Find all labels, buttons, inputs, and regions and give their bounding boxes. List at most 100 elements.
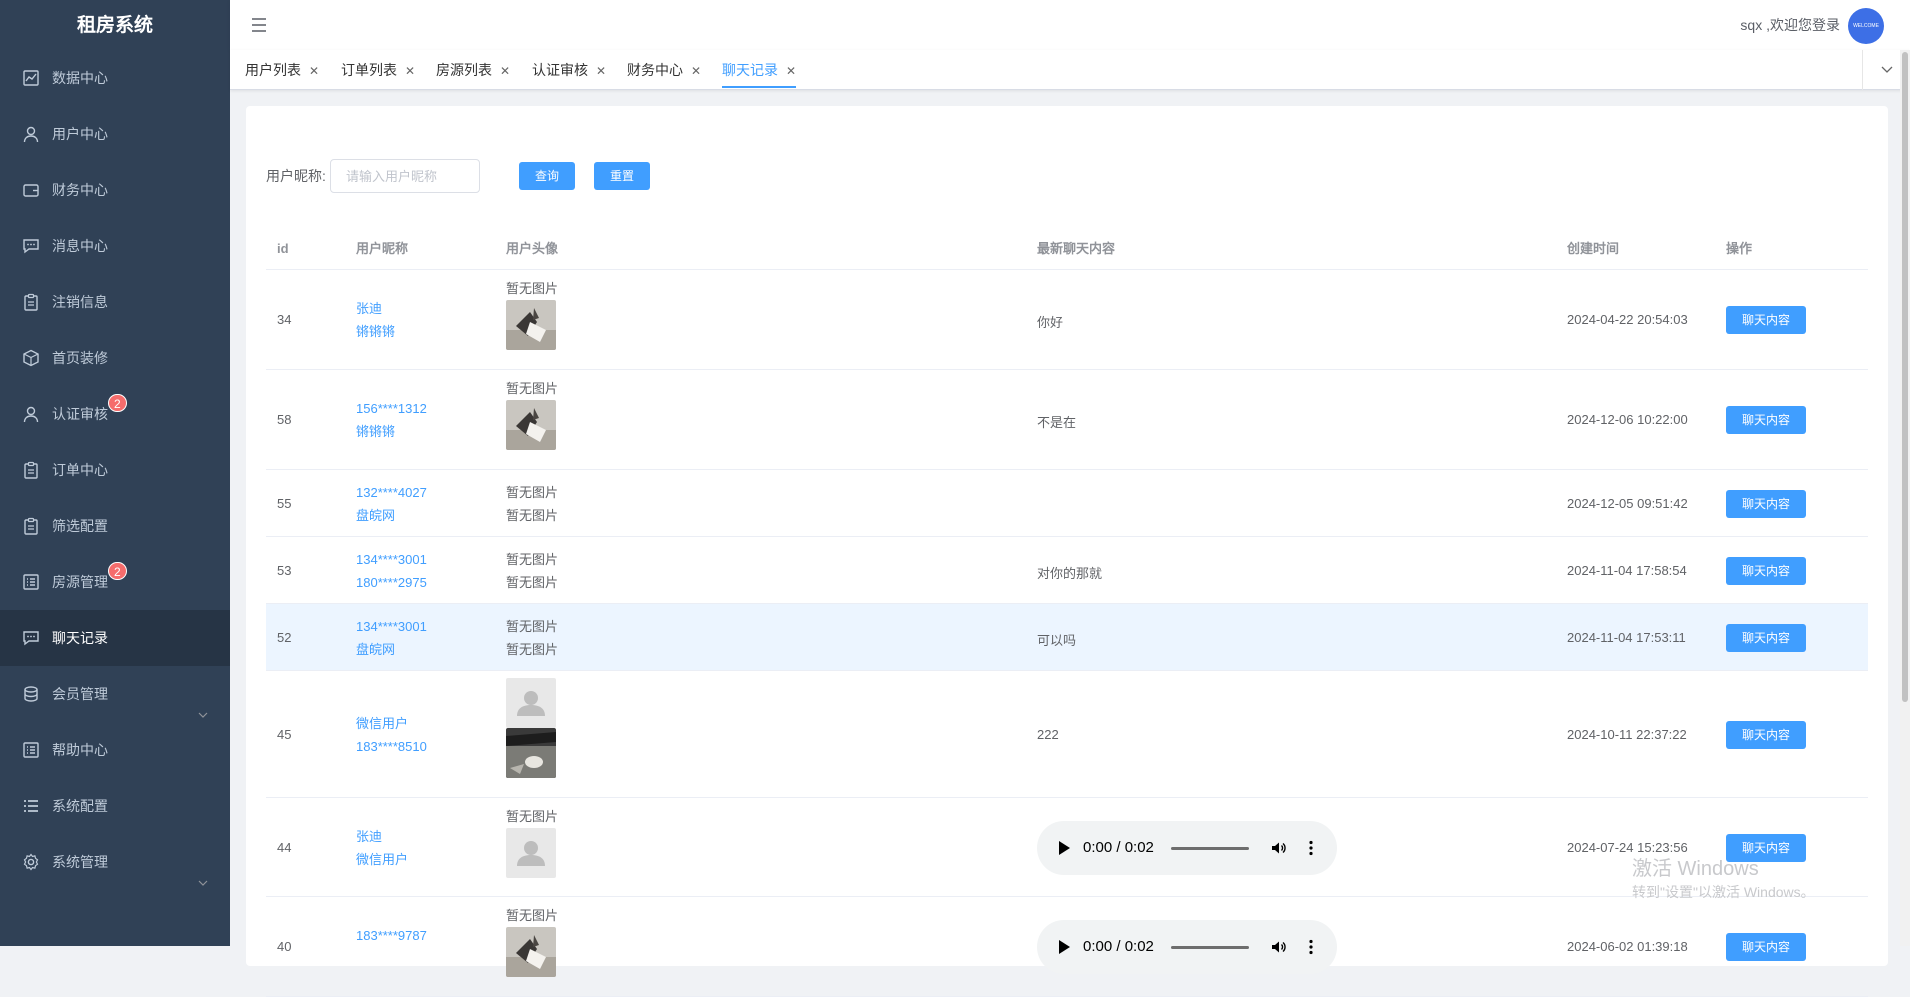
close-icon[interactable]: ✕ <box>500 64 510 78</box>
chat-content-button[interactable]: 聊天内容 <box>1726 556 1806 585</box>
more-vertical-icon[interactable] <box>1309 939 1313 955</box>
user-link[interactable]: 156****1312 <box>356 397 427 420</box>
user-link[interactable]: 锵锵锵 <box>356 320 395 343</box>
tab-4[interactable]: 财务中心 ✕ <box>612 50 701 90</box>
tab-0[interactable]: 用户列表 ✕ <box>230 50 319 90</box>
table-row: 53 134****3001 180****2975 暂无图片 暂无图片 对你的那就 202… <box>266 537 1868 604</box>
tab-3[interactable]: 认证审核 ✕ <box>517 50 606 90</box>
created-time: 2024-12-05 09:51:42 <box>1567 495 1688 511</box>
close-icon[interactable]: ✕ <box>309 64 319 78</box>
vertical-scrollbar[interactable] <box>1900 50 1910 946</box>
close-icon[interactable]: ✕ <box>596 64 606 78</box>
sidebar-item-11[interactable]: 会员管理 <box>0 666 230 722</box>
latest-message: 对你的那就 <box>1037 565 1103 581</box>
scrollbar-thumb[interactable] <box>1902 52 1908 702</box>
reset-button[interactable]: 重置 <box>594 162 650 190</box>
audio-progress-slider[interactable] <box>1171 846 1249 850</box>
hamburger-icon[interactable] <box>250 16 268 34</box>
tab-1[interactable]: 订单列表 ✕ <box>326 50 415 90</box>
latest-message: 不是在 <box>1037 415 1077 430</box>
table-row: 45 微信用户 183****8510 222 2024-10-11 22:37:22 聊… <box>266 671 1868 798</box>
volume-icon[interactable] <box>1271 840 1287 856</box>
chat-content-button[interactable]: 聊天内容 <box>1726 306 1806 334</box>
volume-icon[interactable] <box>1271 939 1287 955</box>
user-names: 132****4027 盘皖网 <box>356 481 427 527</box>
clipboard-icon <box>22 293 40 311</box>
clipboard-icon <box>22 461 40 479</box>
user-link[interactable]: 134****3001 <box>356 548 427 571</box>
user-link[interactable]: 132****4027 <box>356 481 427 504</box>
user-names: 134****3001 盘皖网 <box>356 615 427 661</box>
no-image-text: 暂无图片 <box>506 551 559 567</box>
box-icon <box>22 349 40 367</box>
sidebar-item-3[interactable]: 消息中心 <box>0 218 230 274</box>
table-row: 44 张迪 微信用户 暂无图片 0:00 / 0:02 2024-07-24 15:23:… <box>266 798 1868 897</box>
audio-player[interactable]: 0:00 / 0:02 <box>1037 920 1337 974</box>
sidebar-item-13[interactable]: 系统配置 <box>0 778 230 834</box>
user-avatars: 暂无图片 暂无图片 <box>506 481 558 527</box>
play-icon[interactable] <box>1059 940 1070 954</box>
user-names: 微信用户 183****8510 <box>356 712 427 758</box>
chat-content-button[interactable]: 聊天内容 <box>1726 933 1806 961</box>
sidebar-item-2[interactable]: 财务中心 <box>0 162 230 218</box>
sidebar-item-5[interactable]: 首页装修 <box>0 330 230 386</box>
close-icon[interactable]: ✕ <box>691 64 701 78</box>
tab-5[interactable]: 聊天记录 ✕ <box>707 50 797 90</box>
user-link[interactable]: 183****9787 <box>356 924 427 947</box>
user-link[interactable]: 180****2975 <box>356 571 427 594</box>
user-link[interactable]: 锵锵锵 <box>356 420 427 443</box>
avatar[interactable]: WELCOME <box>1848 8 1884 44</box>
tab-label: 房源列表 <box>436 62 492 78</box>
created-time: 2024-11-04 17:58:54 <box>1567 562 1687 578</box>
sidebar-item-6[interactable]: 认证审核 2 <box>0 386 230 442</box>
play-icon[interactable] <box>1059 840 1070 855</box>
query-button[interactable]: 查询 <box>519 162 575 190</box>
user-link[interactable]: 微信用户 <box>356 712 427 735</box>
no-image-text: 暂无图片 <box>506 381 559 396</box>
sidebar-item-10[interactable]: 聊天记录 <box>0 610 230 666</box>
welcome-text: sqx ,欢迎您登录 <box>1740 17 1840 33</box>
row-id: 53 <box>277 562 292 578</box>
created-time: 2024-10-11 22:37:22 <box>1567 726 1687 742</box>
sidebar-item-1[interactable]: 用户中心 <box>0 106 230 162</box>
latest-message: 你好 <box>1037 315 1064 330</box>
sidebar-item-label: 系统管理 <box>52 854 108 870</box>
row-id: 58 <box>277 412 292 427</box>
sidebar-item-14[interactable]: 系统管理 <box>0 834 230 890</box>
chat-content-button[interactable]: 聊天内容 <box>1726 406 1806 434</box>
user-link[interactable]: 张迪 <box>356 825 408 848</box>
tab-2[interactable]: 房源列表 ✕ <box>421 50 510 90</box>
top-navbar: sqx ,欢迎您登录 WELCOME <box>230 0 1910 50</box>
clipboard-icon <box>22 517 40 535</box>
user-link[interactable]: 盘皖网 <box>356 504 427 527</box>
table-row: 58 156****1312 锵锵锵 暂无图片 不是在 2024-12-06 10:22:… <box>266 370 1868 470</box>
user-link[interactable]: 张迪 <box>356 297 395 320</box>
user-link[interactable]: 盘皖网 <box>356 638 427 661</box>
app-title: 租房系统 <box>76 14 153 36</box>
table-row: 34 张迪 锵锵锵 暂无图片 你好 2024-04-22 20:54:03 聊天内容 <box>266 270 1868 370</box>
user-link[interactable]: 134****3001 <box>356 615 427 638</box>
user-names: 张迪 锵锵锵 <box>356 297 395 343</box>
sidebar-item-9[interactable]: 房源管理 2 <box>0 554 230 610</box>
sidebar-item-7[interactable]: 订单中心 <box>0 442 230 498</box>
audio-progress-slider[interactable] <box>1171 946 1249 949</box>
audio-player[interactable]: 0:00 / 0:02 <box>1037 820 1337 875</box>
sidebar-item-8[interactable]: 筛选配置 <box>0 498 230 554</box>
table-header: id 用户昵称 用户头像 最新聊天内容 创建时间 操作 <box>266 228 1868 270</box>
close-icon[interactable]: ✕ <box>786 64 796 78</box>
search-input[interactable] <box>330 159 480 193</box>
sidebar-item-12[interactable]: 帮助中心 <box>0 722 230 778</box>
more-vertical-icon[interactable] <box>1309 840 1313 856</box>
chat-content-button[interactable]: 聊天内容 <box>1726 489 1806 518</box>
close-icon[interactable]: ✕ <box>405 64 415 78</box>
user-link[interactable]: 183****8510 <box>356 735 427 758</box>
chat-content-button[interactable]: 聊天内容 <box>1726 720 1806 749</box>
sidebar-item-label: 房源管理 <box>52 574 108 590</box>
chart-icon <box>22 69 40 87</box>
user-link[interactable]: 微信用户 <box>356 848 408 871</box>
sidebar-item-4[interactable]: 注销信息 <box>0 274 230 330</box>
chat-content-button[interactable]: 聊天内容 <box>1726 623 1806 652</box>
sidebar-item-0[interactable]: 数据中心 <box>0 50 230 106</box>
sidebar-item-label: 数据中心 <box>52 70 108 86</box>
list-icon <box>22 573 40 591</box>
